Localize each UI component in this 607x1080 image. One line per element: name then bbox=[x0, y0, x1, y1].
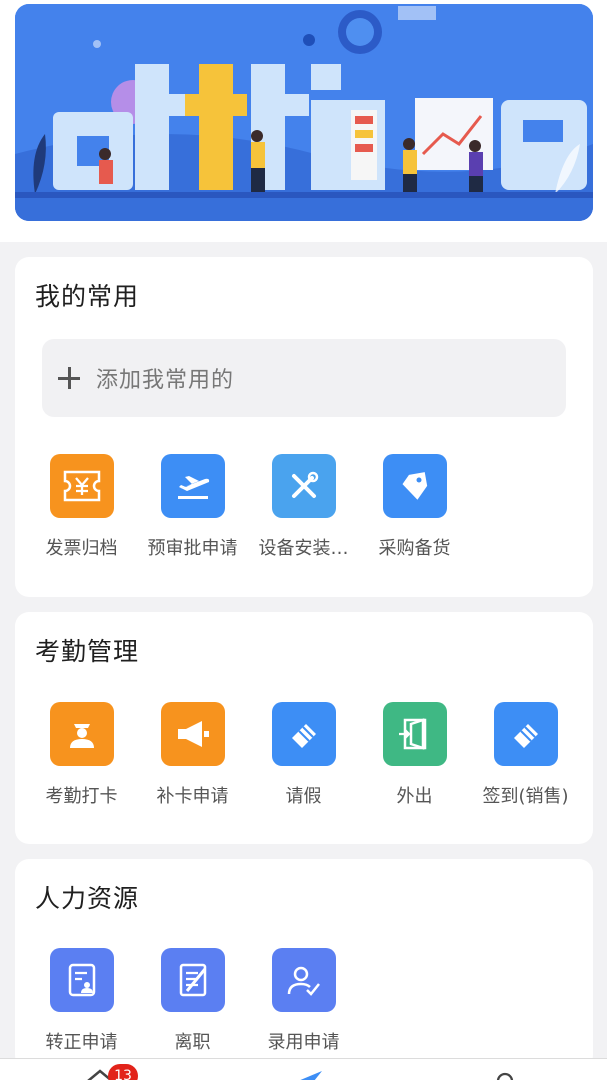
office-banner[interactable] bbox=[15, 4, 593, 221]
megaphone-icon bbox=[160, 702, 225, 766]
profile-tab-icon[interactable] bbox=[496, 1072, 514, 1080]
notification-badge: 13 bbox=[108, 1064, 138, 1080]
hr-title: 人力资源 bbox=[35, 884, 140, 913]
attendance-item-label: 请假 bbox=[285, 786, 322, 807]
favorite-item-invoice-archive[interactable]: 发票归档 bbox=[26, 454, 137, 560]
banner-illustration bbox=[15, 4, 593, 221]
hr-item-resignation[interactable]: 离职 bbox=[137, 948, 248, 1054]
favorite-item-label: 预审批申请 bbox=[147, 538, 238, 559]
hr-item-hiring[interactable]: 录用申请 bbox=[248, 948, 359, 1054]
attendance-item-label: 外出 bbox=[396, 786, 433, 807]
favorite-item-label: 采购备货 bbox=[378, 538, 451, 559]
add-favorite-button[interactable]: 添加我常用的 bbox=[42, 339, 566, 417]
price-tag-icon bbox=[382, 454, 447, 518]
attendance-item-makeup-clock[interactable]: 补卡申请 bbox=[137, 702, 248, 808]
favorite-item-label: 发票归档 bbox=[45, 538, 118, 559]
door-exit-icon bbox=[382, 702, 447, 766]
favorite-item-pre-approval[interactable]: 预审批申请 bbox=[137, 454, 248, 560]
favorite-item-procurement[interactable]: 采购备货 bbox=[359, 454, 470, 560]
attendance-item-label: 签到(销售) bbox=[482, 786, 569, 807]
attendance-item-clock-in[interactable]: 考勤打卡 bbox=[26, 702, 137, 808]
tab-bar-icons bbox=[87, 1069, 514, 1080]
hr-item-regularization[interactable]: 转正申请 bbox=[26, 948, 137, 1054]
hr-item-label: 离职 bbox=[174, 1032, 211, 1053]
favorites-title: 我的常用 bbox=[35, 282, 140, 311]
favorites-card: 我的常用 添加我常用的 发票归档 预审批申请 设备安装… 采购备货 bbox=[15, 257, 593, 597]
bottom-tab-bar bbox=[0, 1058, 607, 1080]
favorite-item-label: 设备安装… bbox=[258, 538, 349, 559]
attendance-title: 考勤管理 bbox=[35, 637, 140, 666]
eraser-icon bbox=[271, 702, 336, 766]
add-favorite-label: 添加我常用的 bbox=[96, 368, 235, 393]
favorite-item-device-install[interactable]: 设备安装… bbox=[248, 454, 359, 560]
id-document-icon bbox=[49, 948, 114, 1012]
signed-document-icon bbox=[160, 948, 225, 1012]
guard-person-icon bbox=[49, 702, 114, 766]
user-check-icon bbox=[271, 948, 336, 1012]
hr-card: 人力资源 转正申请 离职 录用申请 bbox=[15, 859, 593, 1069]
attendance-item-leave[interactable]: 请假 bbox=[248, 702, 359, 808]
send-tab-icon[interactable] bbox=[298, 1071, 322, 1080]
ticket-yen-icon bbox=[49, 454, 114, 518]
attendance-card: 考勤管理 考勤打卡 补卡申请 请假 外出 签到(销售) bbox=[15, 612, 593, 844]
plus-icon bbox=[58, 367, 80, 389]
airplane-takeoff-icon bbox=[160, 454, 225, 518]
hr-item-label: 转正申请 bbox=[45, 1032, 118, 1053]
attendance-item-sales-checkin[interactable]: 签到(销售) bbox=[470, 702, 581, 808]
attendance-item-label: 补卡申请 bbox=[156, 786, 229, 807]
tools-icon bbox=[271, 454, 336, 518]
eraser-icon bbox=[493, 702, 558, 766]
attendance-item-label: 考勤打卡 bbox=[45, 786, 118, 807]
banner-area bbox=[0, 0, 607, 242]
hr-item-label: 录用申请 bbox=[267, 1032, 340, 1053]
attendance-item-go-out[interactable]: 外出 bbox=[359, 702, 470, 808]
